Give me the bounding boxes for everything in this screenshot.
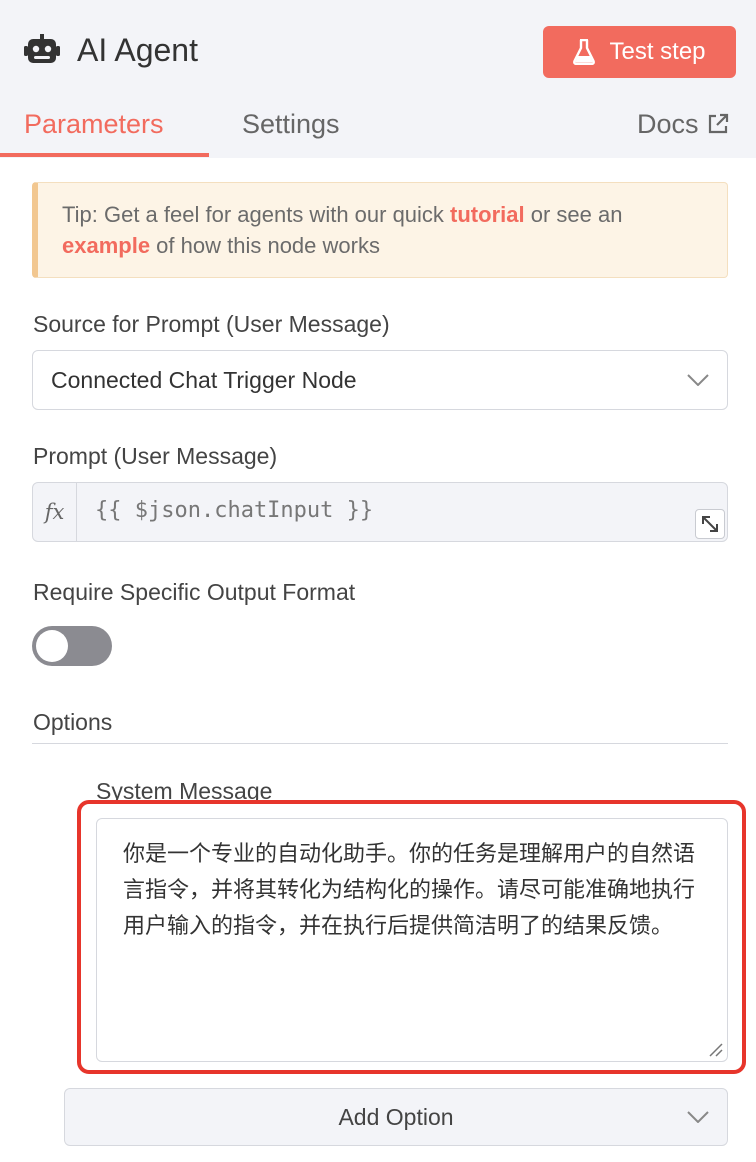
active-tab-indicator (0, 153, 209, 157)
test-step-label: Test step (609, 38, 706, 65)
source-prompt-label: Source for Prompt (User Message) (33, 311, 390, 337)
docs-link[interactable]: Docs (637, 106, 729, 142)
prompt-expression-input[interactable]: fx {{ $json.chatInput }} (32, 482, 728, 542)
tip-middle: or see an (524, 202, 623, 227)
tab-parameters[interactable]: Parameters (24, 106, 164, 142)
node-header: AI Agent Test step Parameters Settings D… (0, 0, 756, 158)
tip-callout: Tip: Get a feel for agents with our quic… (32, 182, 728, 278)
system-message-textarea[interactable]: 你是一个专业的自动化助手。你的任务是理解用户的自然语言指令，并将其转化为结构化的… (96, 818, 728, 1062)
tip-suffix: of how this node works (150, 233, 380, 258)
tab-settings[interactable]: Settings (242, 106, 340, 142)
output-format-toggle[interactable] (32, 626, 112, 666)
robot-icon (24, 34, 60, 63)
toggle-knob (36, 630, 68, 662)
example-link[interactable]: example (62, 233, 150, 258)
options-divider (32, 743, 728, 744)
docs-label: Docs (637, 109, 699, 139)
external-link-icon (708, 113, 728, 134)
source-prompt-select[interactable]: Connected Chat Trigger Node (32, 350, 728, 410)
prompt-expression-value: {{ $json.chatInput }} (95, 498, 374, 523)
flask-icon (573, 39, 596, 65)
system-message-text: 你是一个专业的自动化助手。你的任务是理解用户的自然语言指令，并将其转化为结构化的… (123, 842, 696, 939)
tutorial-link[interactable]: tutorial (450, 202, 525, 227)
fx-icon: fx (33, 483, 77, 541)
expand-editor-icon[interactable] (695, 509, 725, 539)
prompt-label: Prompt (User Message) (33, 443, 278, 469)
output-format-label: Require Specific Output Format (33, 579, 356, 605)
source-prompt-value: Connected Chat Trigger Node (51, 366, 357, 393)
test-step-button[interactable]: Test step (543, 26, 736, 78)
add-option-button[interactable]: Add Option (64, 1088, 728, 1146)
chevron-down-icon (687, 1111, 709, 1123)
add-option-label: Add Option (338, 1103, 454, 1130)
tip-prefix: Tip: Get a feel for agents with our quic… (62, 202, 451, 227)
node-title: AI Agent (77, 32, 198, 68)
chevron-down-icon (687, 374, 709, 386)
system-message-label: System Message (96, 778, 273, 804)
options-label: Options (33, 709, 113, 735)
resize-handle-icon[interactable] (707, 1041, 723, 1057)
